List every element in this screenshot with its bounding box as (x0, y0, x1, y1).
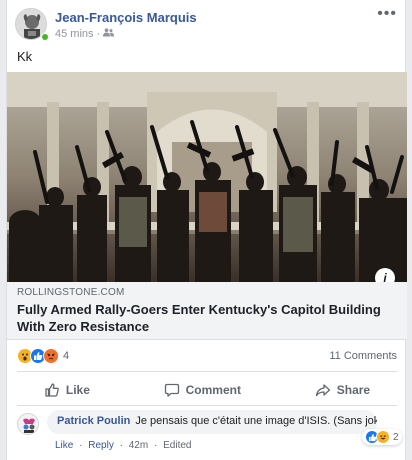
comment-reply-link[interactable]: Reply (88, 440, 114, 451)
post-stats: 4 11 Comments (7, 345, 407, 367)
comment-text: Je pensais que c'était une image d'ISIS.… (135, 415, 377, 427)
share-label: Share (336, 383, 371, 397)
post-meta: 45 mins · (55, 28, 115, 40)
link-preview[interactable]: ROLLINGSTONE.COM Fully Armed Rally-Goers… (7, 282, 407, 340)
dot-separator: · (79, 440, 83, 451)
dot-separator: · (153, 440, 158, 451)
post-actions: Like Comment Share (7, 376, 407, 404)
post-card: Jean-François Marquis 45 mins · ••• Kk i… (6, 0, 407, 460)
angry-reaction-icon (43, 348, 59, 364)
meta-separator: · (96, 28, 101, 40)
online-status-dot (41, 33, 49, 41)
comment-label: Comment (185, 383, 241, 397)
share-arrow-icon (315, 384, 330, 397)
dot-separator: · (119, 440, 123, 451)
comment-reaction-count: 2 (393, 431, 399, 443)
comment-author[interactable]: Patrick Poulin (57, 415, 130, 427)
post-time[interactable]: 45 mins (55, 28, 94, 40)
comment-button[interactable]: Comment (152, 376, 253, 404)
comment-like-link[interactable]: Like (55, 440, 73, 451)
comment-bubble: Patrick Poulin Je pensais que c'était une… (47, 410, 377, 434)
comment-edited[interactable]: Edited (163, 440, 191, 451)
share-button[interactable]: Share (303, 376, 382, 404)
comment-reactions[interactable]: 2 (362, 429, 402, 445)
comment-bubble-icon (164, 383, 179, 397)
thumbs-up-icon (45, 383, 59, 397)
comment-actions: Like · Reply · 42m · Edited (55, 440, 191, 451)
capitol-rally-photo (7, 72, 407, 282)
comment-time[interactable]: 42m (129, 440, 148, 451)
like-button[interactable]: Like (32, 376, 102, 404)
reaction-count[interactable]: 4 (63, 350, 69, 362)
post-text: Kk (17, 49, 33, 64)
link-preview-image[interactable] (7, 72, 407, 282)
commenter-avatar[interactable] (17, 413, 39, 435)
actions-divider (17, 405, 397, 406)
link-domain: ROLLINGSTONE.COM (17, 287, 125, 298)
friends-icon[interactable] (103, 28, 115, 40)
post-header: Jean-François Marquis 45 mins · ••• (7, 0, 407, 46)
haha-reaction-icon (376, 430, 390, 444)
more-options-icon[interactable]: ••• (377, 6, 397, 22)
reaction-summary[interactable]: 4 (17, 348, 69, 364)
stats-divider (17, 371, 397, 372)
link-headline[interactable]: Fully Armed Rally-Goers Enter Kentucky's… (17, 301, 397, 335)
comments-count[interactable]: 11 Comments (329, 350, 397, 362)
like-label: Like (65, 383, 90, 397)
commenter-avatar-image (18, 414, 38, 434)
post-author-name[interactable]: Jean-François Marquis (55, 10, 197, 25)
